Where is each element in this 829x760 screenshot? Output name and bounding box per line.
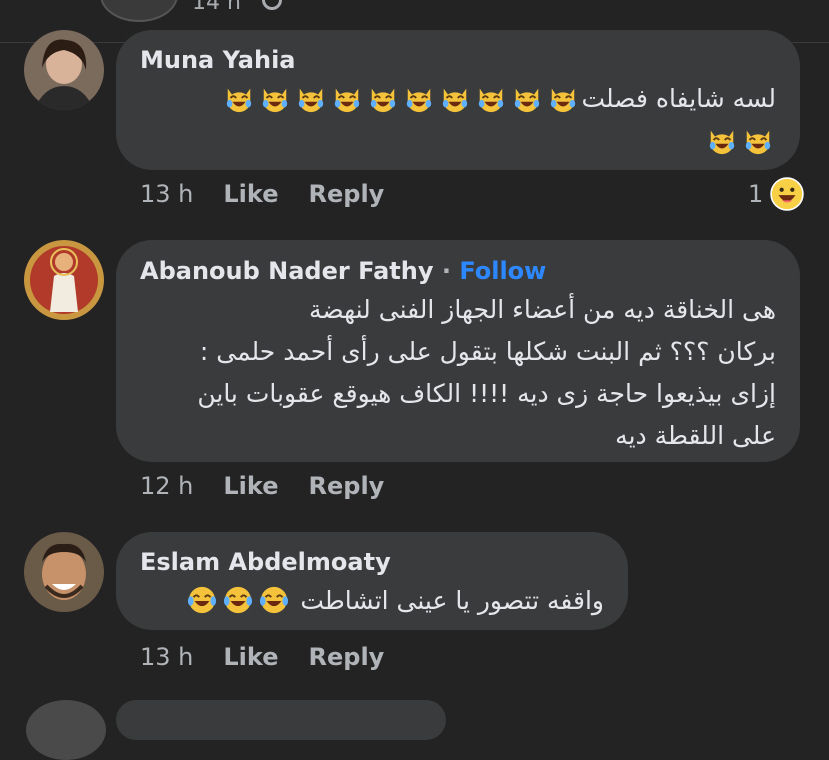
crying-cat-emoji-icon — [743, 125, 773, 155]
follow-button[interactable]: Follow — [459, 257, 546, 285]
crying-cat-emoji-icon — [296, 83, 326, 113]
crying-cat-emoji-icon — [707, 125, 737, 155]
comment-header: Abanoub Nader Fathy · Follow — [140, 257, 546, 285]
comment-actions: 13 h Like Reply — [140, 180, 384, 208]
emoji-group — [221, 84, 581, 113]
reply-button[interactable]: Reply — [309, 180, 385, 208]
avatar[interactable] — [100, 0, 178, 22]
comment-time[interactable]: 12 h — [140, 472, 193, 500]
comment-author[interactable]: Muna Yahia — [140, 46, 295, 74]
tears-of-joy-emoji-icon — [259, 585, 289, 615]
comment-text-line: إزاى بيذيعوا حاجة زى ديه !!!! الكاف هيوق… — [197, 379, 776, 408]
avatar[interactable] — [24, 240, 104, 320]
tears-of-joy-emoji-icon — [223, 585, 253, 615]
separator-dot: · — [441, 257, 451, 285]
comment-text-line: هى الخناقة ديه من أعضاء الجهاز الفنى لنه… — [309, 295, 776, 324]
like-button[interactable]: Like — [223, 180, 278, 208]
like-button[interactable]: Like — [223, 643, 278, 671]
reply-button[interactable]: Reply — [309, 472, 385, 500]
comment-text: هى الخناقة ديه من أعضاء الجهاز الفنى لنه… — [140, 289, 776, 457]
crying-cat-emoji-icon — [512, 83, 542, 113]
comment-actions: 12 h Like Reply — [140, 472, 384, 500]
crying-cat-emoji-icon — [404, 83, 434, 113]
reaction-count[interactable]: 1 — [748, 180, 763, 208]
comment-text-words: واقفه تتصور يا عينى اتشاطت — [300, 586, 604, 615]
crying-cat-emoji-icon — [224, 83, 254, 113]
crying-cat-emoji-icon — [332, 83, 362, 113]
comment-text-line: لسه شايفاه فصلت — [140, 78, 776, 120]
comment-text-line: على اللقطة ديه — [615, 421, 776, 450]
comment-time: 14 h — [192, 0, 241, 15]
avatar[interactable] — [26, 700, 106, 760]
comment-bubble — [116, 700, 446, 740]
comment-time[interactable]: 13 h — [140, 180, 193, 208]
comment-text-line: بركان ؟؟؟ ثم البنت شكلها بتقول على رأى أ… — [199, 337, 776, 366]
crying-cat-emoji-icon — [260, 83, 290, 113]
crying-cat-emoji-icon — [440, 83, 470, 113]
comment-author[interactable]: Abanoub Nader Fathy — [140, 257, 433, 285]
crying-cat-emoji-icon — [476, 83, 506, 113]
avatar[interactable] — [24, 30, 104, 110]
globe-icon — [262, 0, 282, 10]
crying-cat-emoji-icon — [368, 83, 398, 113]
comment-text-words: لسه شايفاه فصلت — [581, 84, 776, 113]
tears-of-joy-emoji-icon — [187, 585, 217, 615]
avatar[interactable] — [24, 532, 104, 612]
crying-cat-emoji-icon — [548, 83, 578, 113]
comment-author[interactable]: Eslam Abdelmoaty — [140, 548, 391, 576]
haha-reaction-icon[interactable] — [770, 177, 804, 211]
reply-button[interactable]: Reply — [309, 643, 385, 671]
comment-text: لسه شايفاه فصلت — [140, 78, 776, 162]
comment-text: واقفه تتصور يا عينى اتشاطت — [140, 580, 604, 622]
emoji-group — [184, 586, 292, 615]
comment-time[interactable]: 13 h — [140, 643, 193, 671]
like-button[interactable]: Like — [223, 472, 278, 500]
comment-text-line — [140, 120, 776, 162]
comment-actions: 13 h Like Reply — [140, 643, 384, 671]
